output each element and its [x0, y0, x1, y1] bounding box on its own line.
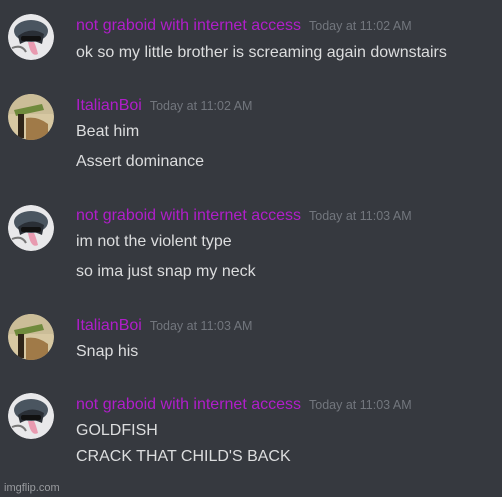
message-text: Snap his: [76, 343, 139, 360]
username[interactable]: ItalianBoi: [76, 97, 142, 114]
username[interactable]: not graboid with internet access: [76, 207, 301, 224]
username[interactable]: not graboid with internet access: [76, 396, 301, 413]
italianboi-avatar-icon[interactable]: [8, 314, 54, 360]
graboid-avatar-icon[interactable]: [8, 393, 54, 439]
graboid-avatar-icon[interactable]: [8, 205, 54, 251]
timestamp: Today at 11:03 AM: [149, 319, 253, 333]
timestamp: Today at 11:03 AM: [309, 398, 412, 412]
username[interactable]: ItalianBoi: [76, 317, 142, 334]
message-text: ok so my little brother is screaming aga…: [76, 44, 447, 61]
watermark: imgflip.com: [4, 482, 60, 494]
timestamp: Today at 11:02 AM: [149, 99, 253, 113]
message-text: Beat him: [76, 123, 140, 140]
message-text: GOLDFISH: [76, 422, 158, 439]
italianboi-avatar-icon[interactable]: [8, 94, 54, 140]
timestamp: Today at 11:02 AM: [309, 19, 412, 33]
graboid-avatar-icon[interactable]: [8, 14, 54, 60]
message-text: so ima just snap my neck: [76, 263, 256, 280]
message-text: CRACK THAT CHILD'S BACK: [76, 448, 291, 465]
message-text: Assert dominance: [76, 153, 205, 170]
message-text: im not the violent type: [76, 233, 232, 250]
username[interactable]: not graboid with internet access: [76, 17, 301, 34]
timestamp: Today at 11:03 AM: [309, 209, 412, 223]
